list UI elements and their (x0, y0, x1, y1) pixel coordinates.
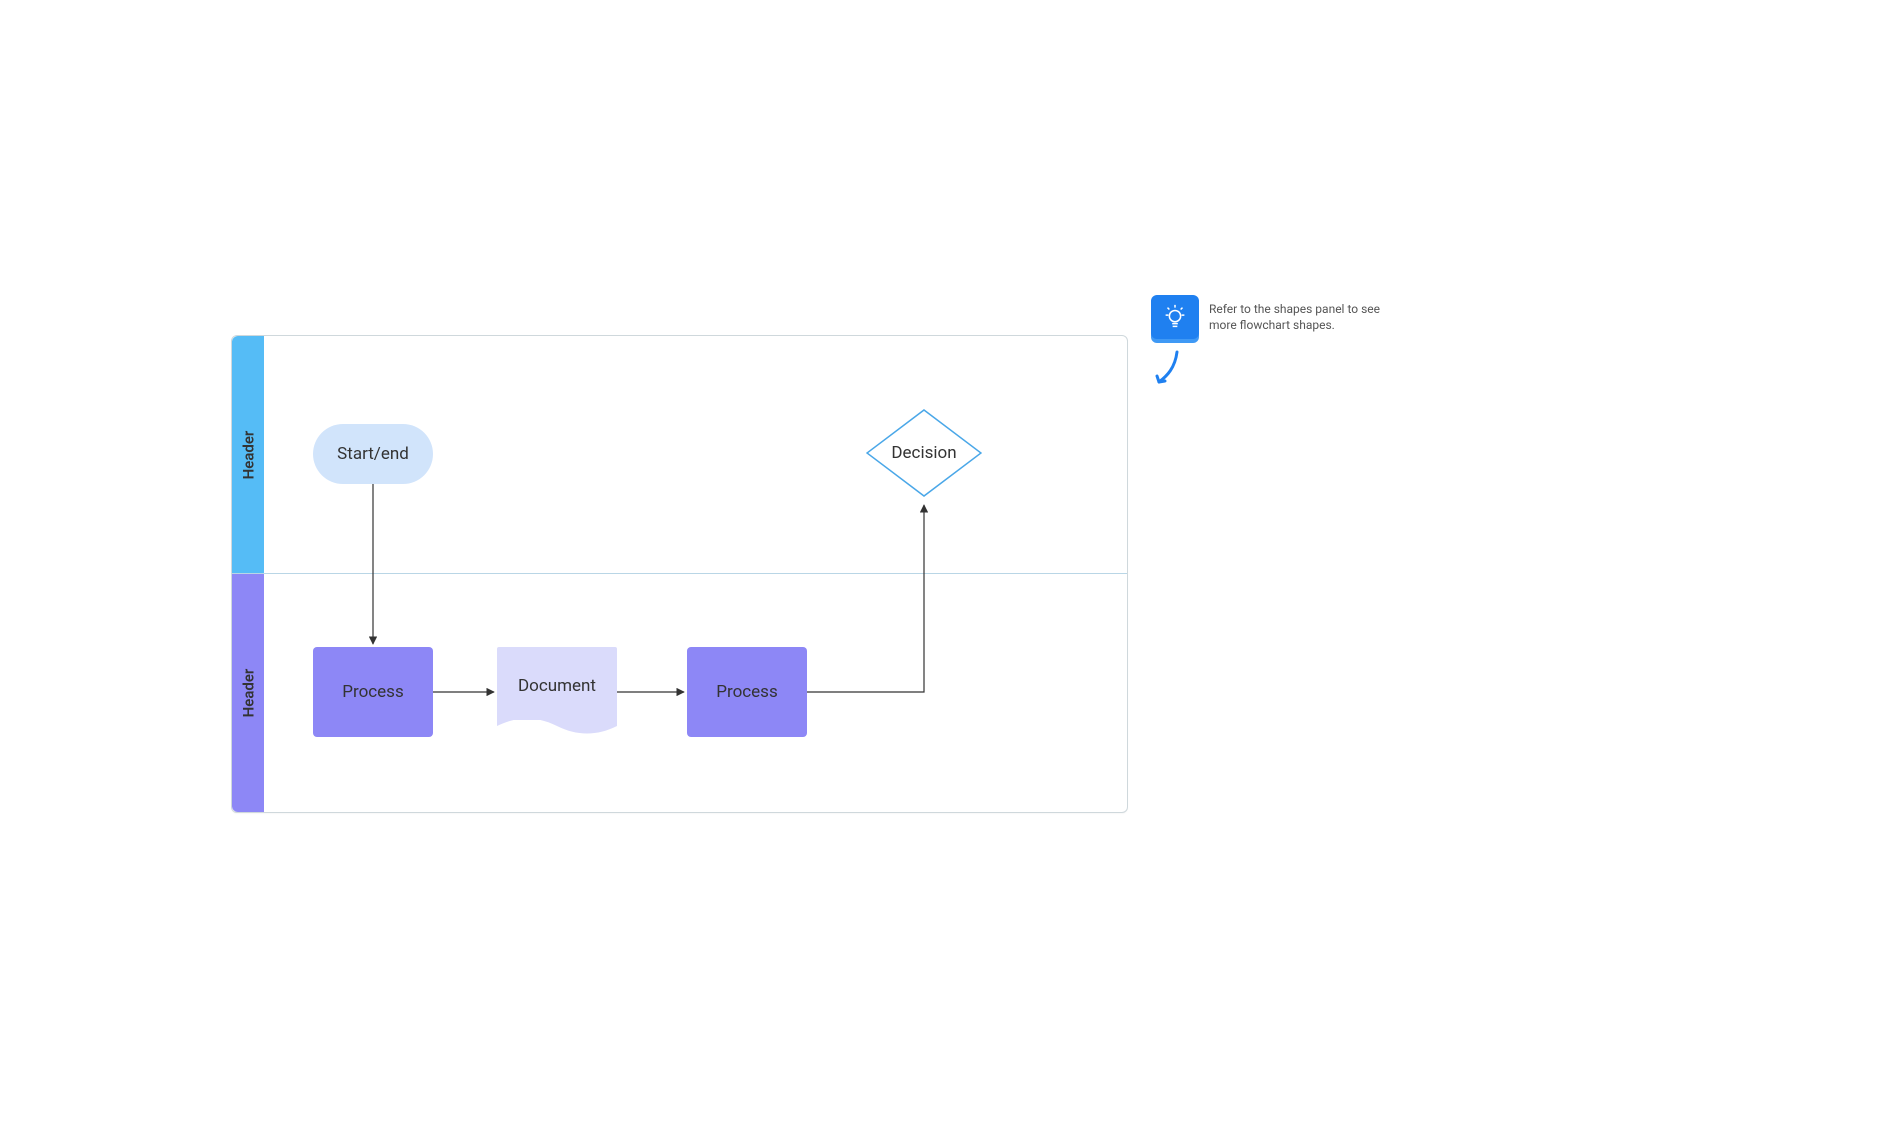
diagram-canvas[interactable]: Header Header Start/end Process Document… (0, 0, 1881, 1130)
terminator-label: Start/end (337, 444, 409, 464)
process-shape-2[interactable]: Process (687, 647, 807, 737)
terminator-shape[interactable]: Start/end (313, 424, 433, 484)
hint-card: Refer to the shapes panel to see more fl… (1151, 295, 1401, 339)
swimlane-2-header[interactable]: Header (232, 574, 264, 812)
swimlane-2-header-label: Header (239, 669, 257, 718)
decision-label: Decision (891, 443, 956, 463)
lightbulb-icon (1151, 295, 1199, 339)
swimlane-1-header[interactable]: Header (232, 336, 264, 573)
hint-arrow-icon (1153, 348, 1183, 388)
swimlane-pool[interactable]: Header Header (231, 335, 1128, 813)
document-wave-icon (497, 720, 617, 738)
document-shape[interactable]: Document (497, 647, 617, 737)
process-shape-1[interactable]: Process (313, 647, 433, 737)
decision-shape[interactable]: Decision (866, 409, 982, 497)
document-label: Document (518, 676, 596, 696)
swimlane-1-header-label: Header (239, 430, 257, 479)
process-1-label: Process (342, 682, 403, 702)
hint-text: Refer to the shapes panel to see more fl… (1209, 295, 1401, 333)
process-2-label: Process (716, 682, 777, 702)
